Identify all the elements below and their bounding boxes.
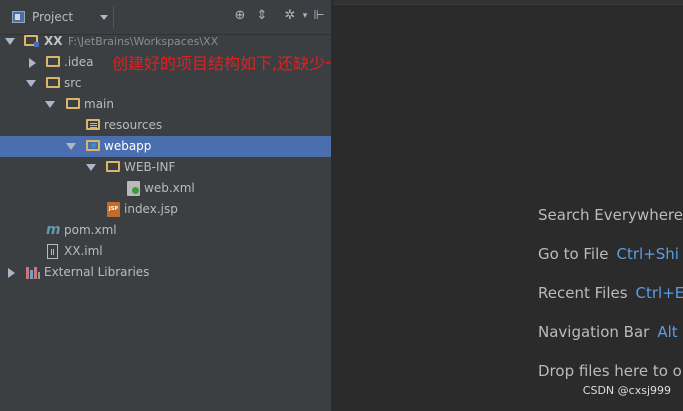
tree-item-path: F:\JetBrains\Workspaces\XX [68, 35, 219, 48]
project-toolbar: Project ⊕ ⇕ ✲ ▾ ⊩ [0, 0, 331, 35]
project-icon [12, 11, 25, 23]
hint-drop-files: Drop files here to o [538, 362, 682, 380]
module-folder-icon [24, 35, 39, 47]
xml-file-icon [127, 181, 140, 196]
folder-icon [66, 98, 80, 109]
tree-item-label: XX.iml [64, 244, 103, 258]
hint-recent-files: Recent Files Ctrl+E [538, 284, 683, 302]
tree-item-webapp[interactable]: webapp [0, 136, 331, 157]
tree-item-label: WEB-INF [124, 160, 176, 174]
collapse-icon[interactable]: ⇕ [254, 8, 270, 24]
collapse-arrow-icon[interactable] [29, 58, 36, 68]
tree-item-label: pom.xml [64, 223, 117, 237]
tree-item-root[interactable]: XX F:\JetBrains\Workspaces\XX [0, 31, 331, 52]
tree-item-external-libraries[interactable]: External Libraries [0, 262, 331, 283]
tree-item-label: index.jsp [124, 202, 178, 216]
jsp-file-icon: JSP [107, 202, 120, 217]
toolbar-separator [113, 6, 114, 28]
module-file-icon [47, 244, 58, 259]
folder-icon [46, 56, 60, 67]
tree-item-xximl[interactable]: XX.iml [0, 241, 331, 262]
editor-tab-strip [333, 0, 683, 7]
chevron-down-icon[interactable] [100, 15, 108, 20]
watermark: CSDN @cxsj999 [582, 384, 671, 397]
project-view-title[interactable]: Project [32, 10, 73, 24]
tree-item-indexjsp[interactable]: JSP index.jsp [0, 199, 331, 220]
tree-item-webxml[interactable]: web.xml [0, 178, 331, 199]
expand-arrow-icon[interactable] [26, 80, 36, 87]
tree-item-resources[interactable]: resources [0, 115, 331, 136]
resources-folder-icon [86, 119, 100, 130]
collapse-arrow-icon[interactable] [8, 268, 15, 278]
tree-item-src[interactable]: src [0, 73, 331, 94]
tree-item-pomxml[interactable]: m pom.xml [0, 220, 331, 241]
tree-item-label: webapp [104, 139, 152, 153]
folder-icon [106, 161, 120, 172]
expand-arrow-icon[interactable] [66, 143, 76, 150]
expand-arrow-icon[interactable] [5, 38, 15, 45]
web-folder-icon [86, 140, 100, 151]
hint-go-to-file: Go to File Ctrl+Shi [538, 245, 679, 263]
project-tool-window: Project ⊕ ⇕ ✲ ▾ ⊩ XX F:\JetBrains\Worksp… [0, 0, 506, 411]
folder-icon [46, 77, 60, 88]
gear-icon[interactable]: ✲ [282, 8, 298, 24]
tree-item-label: src [64, 76, 82, 90]
expand-arrow-icon[interactable] [86, 164, 96, 171]
maven-icon: m [46, 222, 61, 238]
hint-navigation-bar: Navigation Bar Alt [538, 323, 678, 341]
tree-item-label: XX [44, 34, 63, 48]
tree-item-label: External Libraries [44, 265, 150, 279]
hint-search-everywhere: Search Everywhere [538, 206, 683, 224]
editor-area: Search Everywhere Go to File Ctrl+Shi Rec… [333, 0, 683, 411]
tree-item-main[interactable]: main [0, 94, 331, 115]
tree-item-label: resources [104, 118, 163, 132]
tree-item-label: web.xml [144, 181, 195, 195]
tree-item-webinf[interactable]: WEB-INF [0, 157, 331, 178]
target-icon[interactable]: ⊕ [232, 8, 248, 24]
expand-arrow-icon[interactable] [45, 101, 55, 108]
tree-item-label: .idea [64, 55, 94, 69]
pin-icon[interactable]: ⊩ [311, 8, 327, 24]
tree-item-label: main [84, 97, 114, 111]
library-icon [26, 267, 40, 279]
